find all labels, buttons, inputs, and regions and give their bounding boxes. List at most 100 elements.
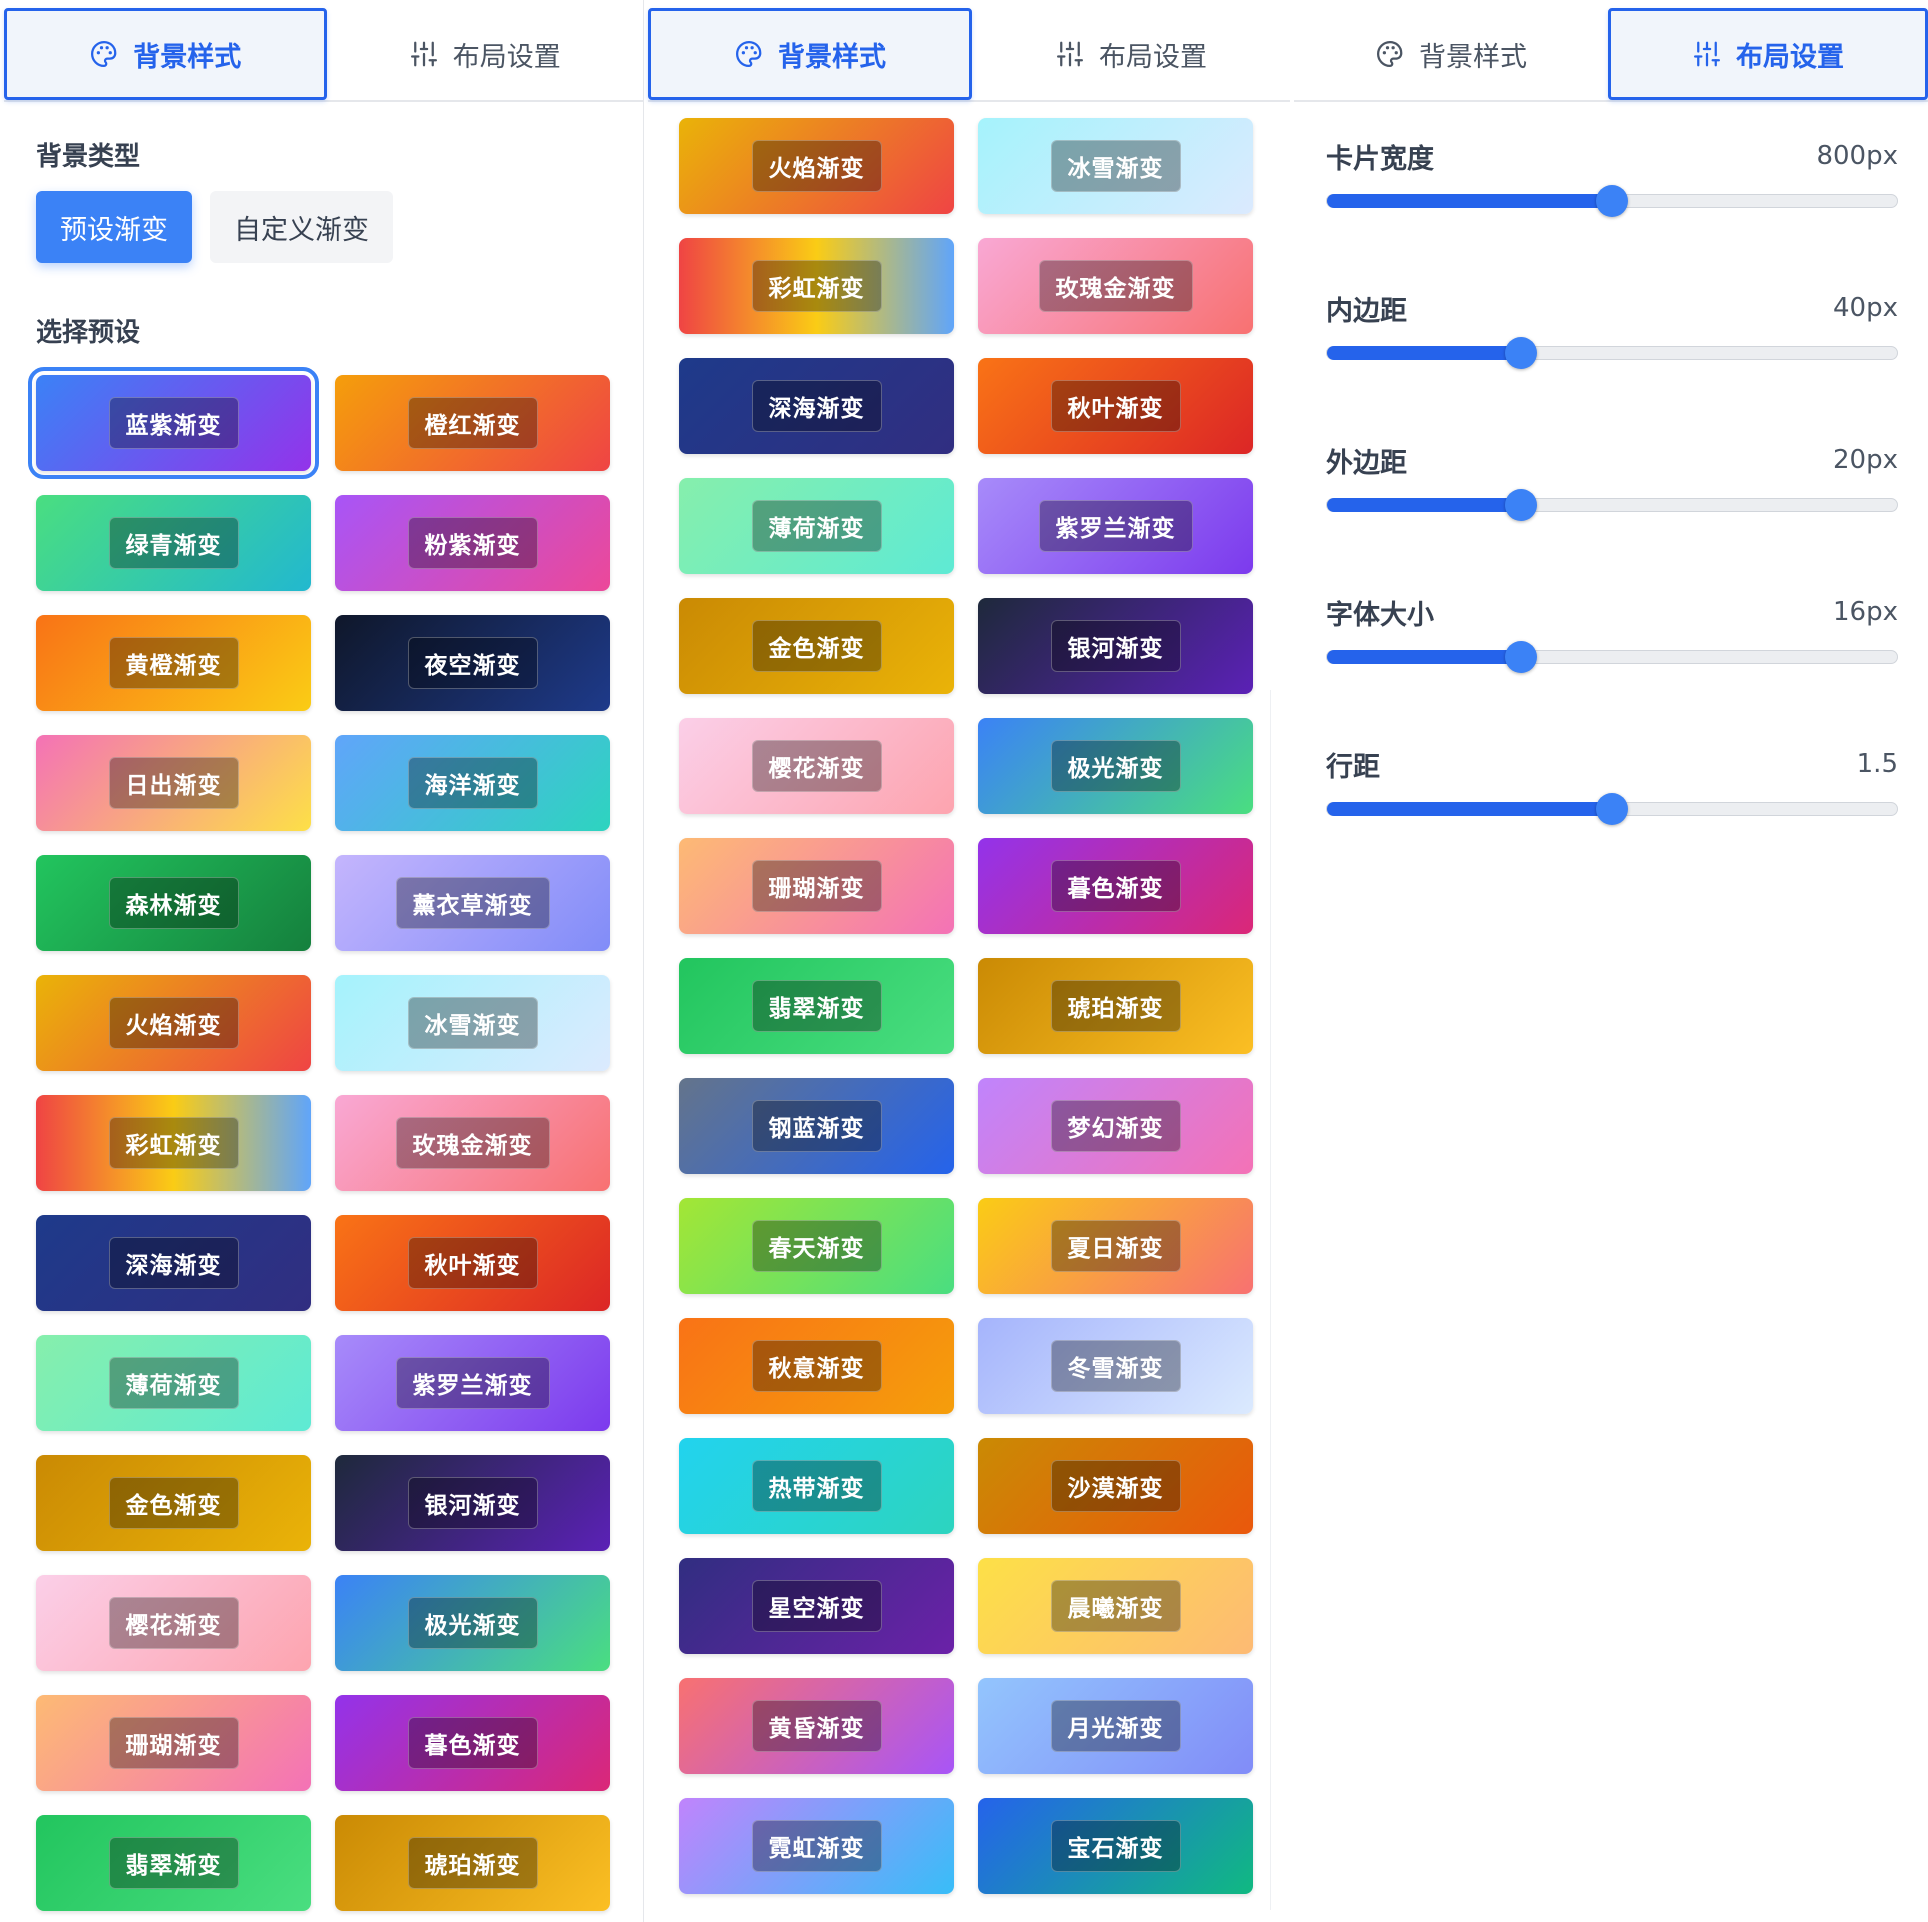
preset-swatch[interactable]: 金色渐变 — [36, 1455, 311, 1551]
preset-label: 梦幻渐变 — [1050, 1100, 1181, 1152]
margin-value: 20px — [1833, 445, 1898, 475]
preset-swatch[interactable]: 深海渐变 — [36, 1215, 311, 1311]
preset-swatch[interactable]: 冰雪渐变 — [335, 975, 610, 1071]
preset-swatch[interactable]: 翡翠渐变 — [679, 958, 954, 1054]
preset-gradient-button[interactable]: 预设渐变 — [36, 191, 192, 263]
preset-swatch[interactable]: 樱花渐变 — [36, 1575, 311, 1671]
line-height-slider[interactable] — [1326, 793, 1898, 825]
preset-swatch[interactable]: 琥珀渐变 — [978, 958, 1253, 1054]
tab-layout-settings[interactable]: 布局设置 — [1608, 8, 1928, 100]
preset-swatch[interactable]: 琥珀渐变 — [335, 1815, 610, 1911]
preset-label: 夏日渐变 — [1050, 1220, 1181, 1272]
preset-label: 紫罗兰渐变 — [1038, 500, 1193, 552]
preset-swatch[interactable]: 蓝紫渐变 — [28, 367, 319, 479]
preset-label: 宝石渐变 — [1050, 1820, 1181, 1872]
preset-label: 粉紫渐变 — [407, 517, 538, 569]
preset-swatch[interactable]: 玫瑰金渐变 — [335, 1095, 610, 1191]
slider-thumb[interactable] — [1596, 793, 1628, 825]
preset-swatch[interactable]: 秋叶渐变 — [978, 358, 1253, 454]
card-width-slider[interactable] — [1326, 185, 1898, 217]
tab-background-style[interactable]: 背景样式 — [648, 8, 972, 100]
preset-swatch[interactable]: 玫瑰金渐变 — [978, 238, 1253, 334]
preset-swatch[interactable]: 星空渐变 — [679, 1558, 954, 1654]
preset-swatch[interactable]: 暮色渐变 — [335, 1695, 610, 1791]
font-size-slider[interactable] — [1326, 641, 1898, 673]
preset-label: 蓝紫渐变 — [108, 397, 239, 449]
preset-swatch[interactable]: 彩虹渐变 — [36, 1095, 311, 1191]
preset-swatch[interactable]: 深海渐变 — [679, 358, 954, 454]
margin-setting: 外边距 20px — [1326, 442, 1898, 521]
preset-swatch[interactable]: 黄昏渐变 — [679, 1678, 954, 1774]
slider-thumb[interactable] — [1504, 641, 1537, 673]
margin-slider[interactable] — [1326, 489, 1898, 521]
preset-swatch[interactable]: 秋叶渐变 — [335, 1215, 610, 1311]
preset-label: 翡翠渐变 — [108, 1837, 239, 1889]
preset-swatch[interactable]: 宝石渐变 — [978, 1798, 1253, 1894]
preset-swatch[interactable]: 热带渐变 — [679, 1438, 954, 1534]
preset-swatch[interactable]: 金色渐变 — [679, 598, 954, 694]
preset-label: 春天渐变 — [751, 1220, 882, 1272]
preset-swatch[interactable]: 海洋渐变 — [335, 735, 610, 831]
tab-layout-settings[interactable]: 布局设置 — [327, 8, 644, 100]
preset-swatch[interactable]: 冰雪渐变 — [978, 118, 1253, 214]
preset-swatch[interactable]: 粉紫渐变 — [335, 495, 610, 591]
preset-swatch[interactable]: 紫罗兰渐变 — [978, 478, 1253, 574]
preset-swatch[interactable]: 银河渐变 — [335, 1455, 610, 1551]
slider-thumb[interactable] — [1596, 185, 1628, 217]
preset-swatch[interactable]: 樱花渐变 — [679, 718, 954, 814]
slider-thumb[interactable] — [1504, 489, 1537, 521]
preset-swatch[interactable]: 紫罗兰渐变 — [335, 1335, 610, 1431]
preset-swatch[interactable]: 薄荷渐变 — [679, 478, 954, 574]
preset-swatch[interactable]: 翡翠渐变 — [36, 1815, 311, 1911]
preset-swatch[interactable]: 秋意渐变 — [679, 1318, 954, 1414]
preset-swatch[interactable]: 月光渐变 — [978, 1678, 1253, 1774]
preset-label: 紫罗兰渐变 — [395, 1357, 550, 1409]
preset-swatch[interactable]: 冬雪渐变 — [978, 1318, 1253, 1414]
preset-swatch[interactable]: 火焰渐变 — [36, 975, 311, 1071]
preset-swatch[interactable]: 霓虹渐变 — [679, 1798, 954, 1894]
preset-label: 深海渐变 — [751, 380, 882, 432]
preset-swatch[interactable]: 橙红渐变 — [335, 375, 610, 471]
preset-swatch[interactable]: 极光渐变 — [335, 1575, 610, 1671]
background-type-label: 背景类型 — [36, 142, 141, 172]
preset-swatch[interactable]: 薄荷渐变 — [36, 1335, 311, 1431]
preset-swatch[interactable]: 梦幻渐变 — [978, 1078, 1253, 1174]
preset-grid: 火焰渐变 冰雪渐变 彩虹渐变 玫瑰金渐变深海渐变 秋叶渐变薄荷渐变 紫罗兰渐变金色渐变 银河… — [679, 118, 1253, 1894]
preset-swatch[interactable]: 沙漠渐变 — [978, 1438, 1253, 1534]
card-width-value: 800px — [1816, 141, 1898, 171]
sliders-icon — [409, 39, 439, 69]
preset-swatch[interactable]: 钢蓝渐变 — [679, 1078, 954, 1174]
preset-swatch[interactable]: 日出渐变 — [36, 735, 311, 831]
preset-swatch[interactable]: 银河渐变 — [978, 598, 1253, 694]
preset-swatch[interactable]: 黄橙渐变 — [36, 615, 311, 711]
preset-swatch[interactable]: 森林渐变 — [36, 855, 311, 951]
preset-swatch[interactable]: 绿青渐变 — [36, 495, 311, 591]
preset-swatch[interactable]: 珊瑚渐变 — [36, 1695, 311, 1791]
slider-thumb[interactable] — [1504, 337, 1537, 369]
preset-label: 薄荷渐变 — [751, 500, 882, 552]
tab-layout-settings[interactable]: 布局设置 — [972, 8, 1290, 100]
line-height-setting: 行距 1.5 — [1326, 746, 1898, 825]
preset-swatch[interactable]: 夏日渐变 — [978, 1198, 1253, 1294]
preset-swatch[interactable]: 珊瑚渐变 — [679, 838, 954, 934]
preset-swatch[interactable]: 春天渐变 — [679, 1198, 954, 1294]
tab-background-style[interactable]: 背景样式 — [1294, 8, 1608, 100]
custom-gradient-button[interactable]: 自定义渐变 — [210, 191, 393, 263]
preset-label: 热带渐变 — [751, 1460, 882, 1512]
preset-swatch[interactable]: 极光渐变 — [978, 718, 1253, 814]
preset-swatch[interactable]: 夜空渐变 — [335, 615, 610, 711]
preset-swatch[interactable]: 暮色渐变 — [978, 838, 1253, 934]
preset-label: 夜空渐变 — [407, 637, 538, 689]
tab-bar: 背景样式 布局设置 — [648, 8, 1290, 102]
preset-swatch[interactable]: 火焰渐变 — [679, 118, 954, 214]
tab-background-style[interactable]: 背景样式 — [4, 8, 327, 100]
padding-slider[interactable] — [1326, 337, 1898, 369]
preset-swatch[interactable]: 彩虹渐变 — [679, 238, 954, 334]
preset-swatch[interactable]: 薰衣草渐变 — [335, 855, 610, 951]
preset-label: 海洋渐变 — [407, 757, 538, 809]
tab-label: 布局设置 — [1099, 41, 1207, 73]
preset-label: 金色渐变 — [751, 620, 882, 672]
preset-swatch[interactable]: 晨曦渐变 — [978, 1558, 1253, 1654]
scrollbar[interactable] — [1270, 690, 1282, 1910]
preset-label: 薰衣草渐变 — [395, 877, 550, 929]
